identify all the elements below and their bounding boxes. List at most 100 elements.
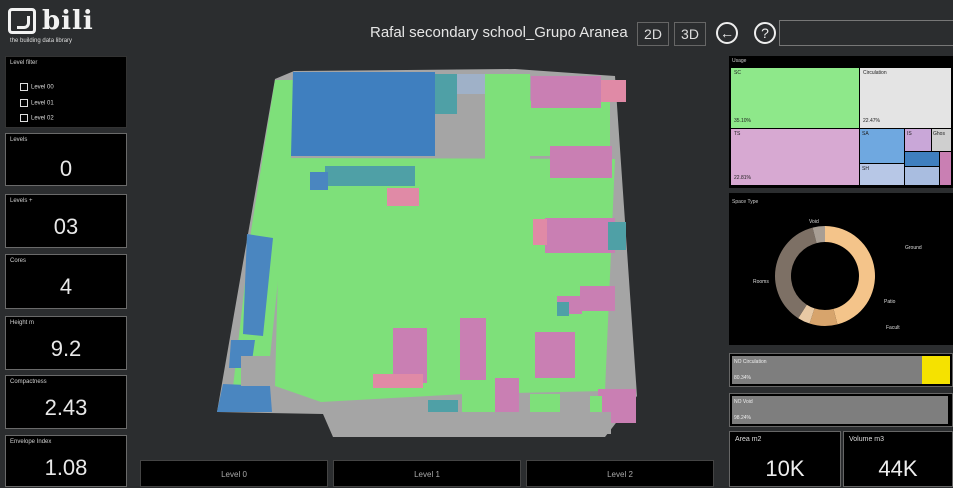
level-filter-option-label: Level 01 (31, 100, 54, 107)
metric-value: 4 (59, 274, 73, 299)
metric-card-compactness: Compactness 2.43 (5, 375, 127, 429)
checkbox-icon[interactable] (20, 83, 28, 91)
checkbox-icon[interactable] (20, 99, 28, 107)
treemap-cell-sh[interactable]: SH (860, 164, 904, 185)
metric-value: 9.2 (50, 336, 82, 361)
metric-value: 03 (53, 214, 79, 239)
donut-label-rooms: Rooms (753, 279, 769, 285)
treemap-cell-value: 22.47% (863, 118, 880, 124)
pink-room-north[interactable] (531, 76, 601, 108)
treemap-cell-sc[interactable]: SC 35.10% (731, 68, 859, 128)
bar-value: 80.34% (734, 375, 751, 381)
kpi-value: 10K (765, 456, 805, 481)
bar-label: NO Void (734, 399, 753, 405)
no-circulation-accent (922, 356, 950, 384)
treemap-cell-value: 22.81% (734, 175, 751, 181)
metric-card-cores: Cores 4 (5, 254, 127, 309)
bar-label: NO Circulation (734, 359, 767, 365)
metric-card-levels-plus: 03 Levels + (5, 194, 127, 248)
level-filter-option-label: Level 00 (31, 84, 54, 91)
metric-card-height: Height m 9.2 (5, 316, 127, 370)
gray-blue-zone-north[interactable] (457, 74, 485, 94)
treemap-cell-minor-1[interactable] (905, 152, 939, 166)
donut-label-void: Void (809, 219, 819, 225)
page-title: Rafal secondary school_Grupo Aranea (370, 24, 628, 41)
level-filter-option-01[interactable]: Level 01 (20, 99, 54, 107)
treemap-cell-label: IS (907, 131, 912, 137)
metric-value: 0 (59, 156, 73, 181)
treemap-cell-circulation[interactable]: Circulation 22.47% (860, 68, 951, 128)
area-kpi-card: Area m2 10K (729, 431, 841, 487)
bili-logo-icon (8, 8, 36, 34)
treemap-cell-is[interactable]: IS (905, 129, 931, 151)
treemap-cell-label: SA (862, 131, 869, 137)
treemap-cell-label: Ghos (933, 131, 945, 137)
level-2-button[interactable]: Level 2 (526, 460, 714, 487)
teal-room-east-2[interactable] (557, 302, 569, 316)
blue-zone-southwest[interactable] (217, 384, 272, 412)
pink-room-south-2[interactable] (460, 318, 486, 380)
treemap-cell-value: 35.10% (734, 118, 751, 124)
metric-label: Levels + (10, 198, 33, 204)
level-1-button[interactable]: Level 1 (333, 460, 521, 487)
treemap-cell-label: SH (862, 166, 869, 172)
level-filter-option-label: Level 02 (31, 115, 54, 122)
pink-room-south-3[interactable] (535, 332, 575, 378)
help-icon[interactable]: ? (754, 22, 776, 44)
search-input[interactable] (779, 20, 953, 46)
metric-label: Compactness (10, 379, 47, 385)
level-0-button[interactable]: Level 0 (140, 460, 328, 487)
treemap-cell-label: TS (734, 131, 741, 137)
bili-logo: bili the building data library (8, 6, 128, 52)
metric-value: 2.43 (44, 395, 88, 420)
pink-room-northeast[interactable] (601, 80, 626, 102)
donut-slice-rooms[interactable] (775, 227, 817, 319)
level-filter-label: Level filter (10, 60, 38, 66)
volume-kpi-card: Volume m3 44K (843, 431, 953, 487)
pink-room-south-4[interactable] (373, 374, 423, 388)
pink-zone-central[interactable] (387, 188, 419, 206)
no-circulation-card: NO Circulation 80.34% (729, 353, 953, 387)
treemap-cell-label: Circulation (863, 70, 887, 76)
floor-plan-map[interactable] (135, 56, 720, 456)
treemap-cell-label: SC (734, 70, 741, 76)
metric-card-levels: Levels 0 (5, 133, 127, 186)
gray-zone-south (341, 412, 611, 434)
kpi-label: Volume m3 (849, 436, 885, 443)
treemap-title: Usage (732, 58, 747, 64)
treemap-cell-ghos[interactable]: Ghos (932, 129, 951, 151)
level-filter-card: Level filter Level 00 Level 01 Level 02 (5, 56, 127, 128)
kpi-label: Area m2 (735, 436, 762, 443)
blue-zone-central[interactable] (310, 172, 328, 190)
donut-slice-patio[interactable] (809, 308, 838, 326)
metric-label: Levels (10, 137, 28, 143)
pink-room-east-4[interactable] (580, 286, 615, 311)
checkbox-icon[interactable] (20, 114, 28, 122)
metric-card-envelope-index: Envelope Index 1.08 (5, 435, 127, 487)
level-filter-option-00[interactable]: Level 00 (20, 83, 54, 91)
treemap-cell-sa[interactable]: SA (860, 129, 904, 163)
space-type-donut-chart[interactable]: Ground Patio Facult Rooms Void (729, 193, 953, 345)
treemap-cell-minor-3[interactable] (940, 152, 951, 185)
teal-room-east[interactable] (608, 222, 626, 250)
pink-room-east-3[interactable] (533, 219, 547, 245)
metric-label: Envelope Index (10, 439, 52, 445)
teal-zone-central[interactable] (325, 166, 415, 186)
back-arrow-icon[interactable]: ← (716, 22, 738, 44)
kpi-value: 44K (878, 456, 918, 481)
donut-label-facult: Facult (886, 325, 900, 331)
treemap-cell-minor-2[interactable] (905, 167, 939, 185)
treemap-cell-ts[interactable]: TS 22.81% (731, 129, 859, 185)
pink-room-east-2[interactable] (545, 218, 615, 253)
metric-label: Cores (10, 258, 27, 264)
logo-text: bili (42, 6, 94, 36)
green-zone-north[interactable] (485, 74, 530, 159)
donut-label-patio: Patio (884, 299, 896, 305)
blue-zone-north[interactable] (291, 72, 435, 156)
view-3d-button[interactable]: 3D (674, 22, 706, 46)
pink-room-east-1[interactable] (550, 146, 612, 178)
teal-zone-north[interactable] (435, 74, 457, 114)
view-2d-button[interactable]: 2D (637, 22, 669, 46)
level-filter-option-02[interactable]: Level 02 (20, 114, 54, 122)
no-void-card: NO Void 98.24% (729, 393, 953, 427)
